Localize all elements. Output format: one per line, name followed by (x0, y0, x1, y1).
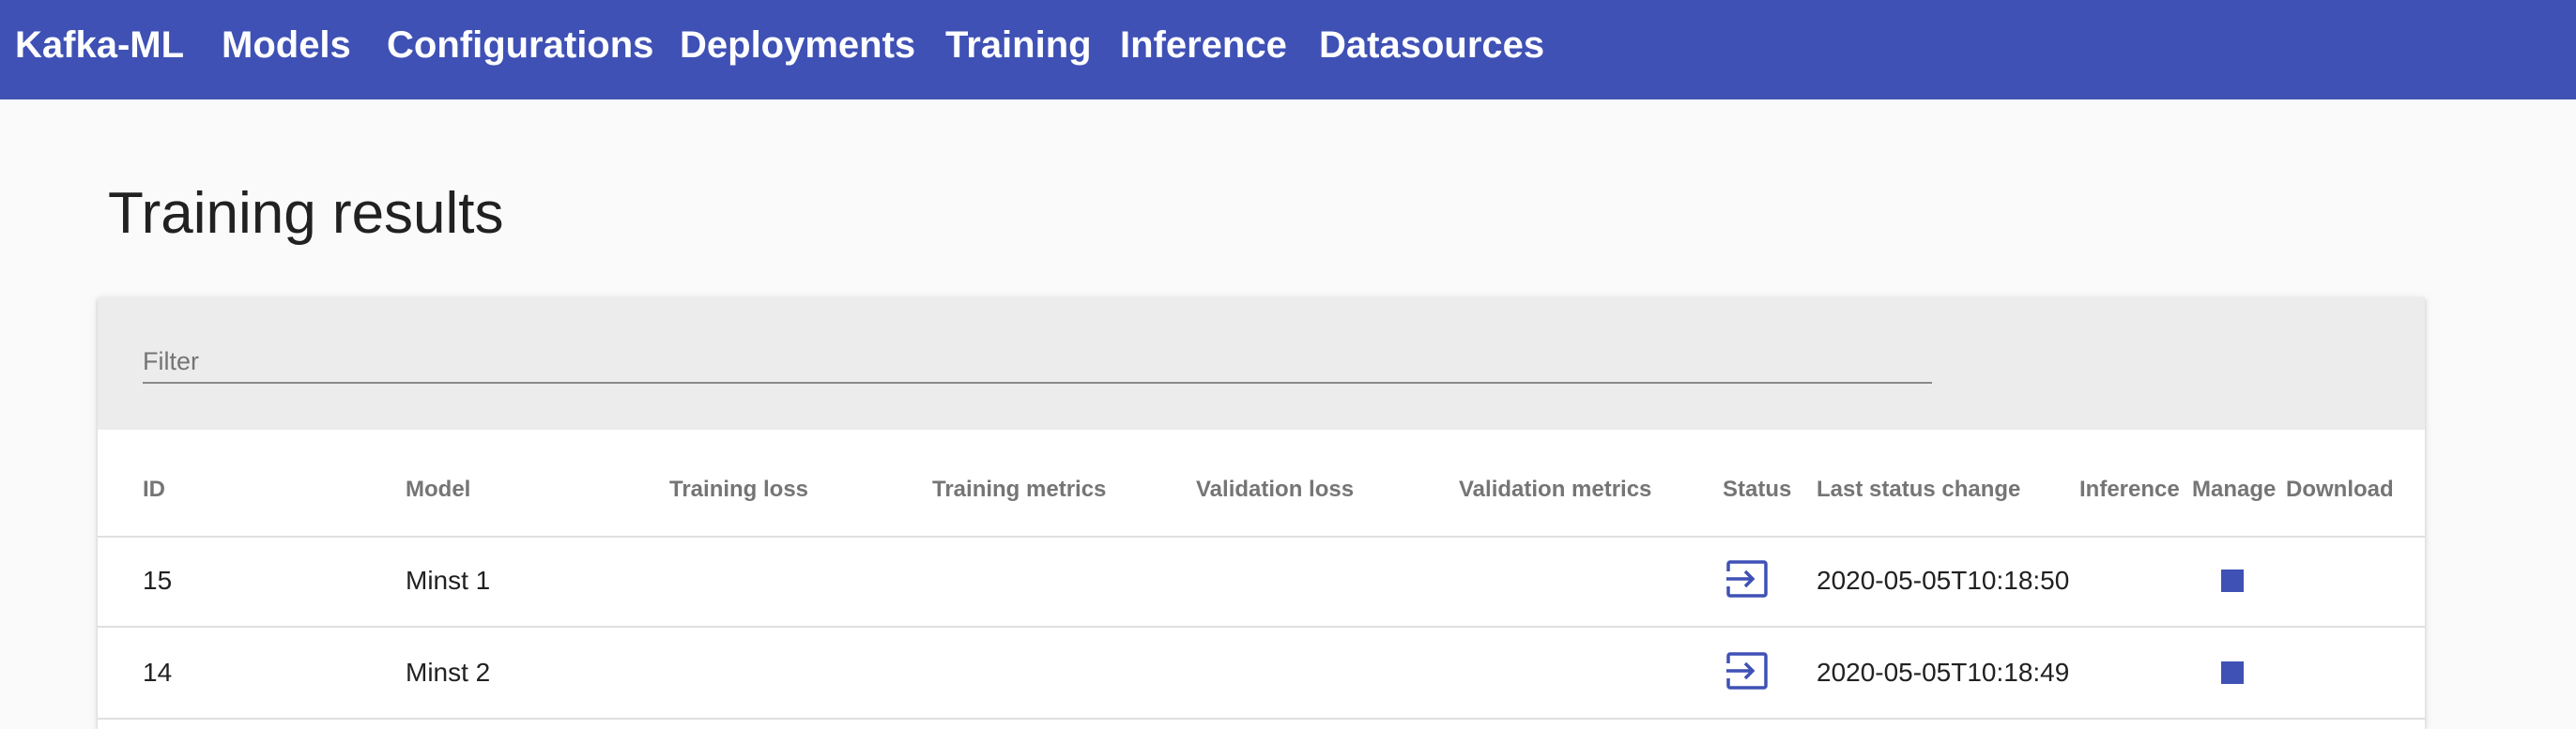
cell-model: Minst 1 (406, 566, 491, 595)
cell-model: Minst 2 (406, 658, 491, 687)
cell-last-status-change: 2020-05-05T10:18:49. (1817, 658, 2070, 687)
column-header-inference[interactable]: Inference (2079, 477, 2180, 503)
table-row: 14 Minst 2 2020-05-05T10:18:49. (98, 628, 2425, 720)
brand-link[interactable]: Kafka-ML (15, 24, 184, 67)
column-header-id[interactable]: ID (143, 477, 165, 503)
column-header-manage[interactable]: Manage (2192, 477, 2276, 503)
top-navbar: Kafka-ML Models Configurations Deploymen… (0, 0, 2576, 99)
cell-id: 15 (143, 566, 173, 595)
table-row: 15 Minst 1 2020-05-05T10:18:50. (98, 536, 2425, 628)
column-header-training-loss[interactable]: Training loss (669, 477, 808, 503)
cell-last-status-change: 2020-05-05T10:18:50. (1817, 566, 2070, 595)
stop-icon[interactable] (2221, 570, 2244, 592)
nav-link-models[interactable]: Models (222, 24, 351, 67)
column-header-status[interactable]: Status (1723, 477, 1791, 503)
stop-icon[interactable] (2221, 661, 2244, 684)
nav-link-datasources[interactable]: Datasources (1319, 24, 1544, 67)
column-header-validation-metrics[interactable]: Validation metrics (1459, 477, 1651, 503)
filter-input[interactable] (143, 341, 1932, 384)
column-header-download[interactable]: Download (2286, 477, 2394, 503)
nav-link-inference[interactable]: Inference (1120, 24, 1287, 67)
nav-link-deployments[interactable]: Deployments (680, 24, 915, 67)
page-title: Training results (108, 181, 504, 246)
cell-id: 14 (143, 658, 173, 687)
column-header-model[interactable]: Model (406, 477, 470, 503)
results-table-card: ID Model Training loss Training metrics … (98, 297, 2425, 729)
nav-link-configurations[interactable]: Configurations (387, 24, 653, 67)
input-icon[interactable] (1725, 650, 1770, 696)
column-header-last-status-change[interactable]: Last status change (1817, 477, 2020, 503)
input-icon[interactable] (1725, 558, 1770, 604)
nav-link-training[interactable]: Training (945, 24, 1092, 67)
filter-area (98, 297, 2425, 430)
column-header-training-metrics[interactable]: Training metrics (932, 477, 1106, 503)
column-header-validation-loss[interactable]: Validation loss (1196, 477, 1354, 503)
table-header-row: ID Model Training loss Training metrics … (98, 430, 2425, 538)
